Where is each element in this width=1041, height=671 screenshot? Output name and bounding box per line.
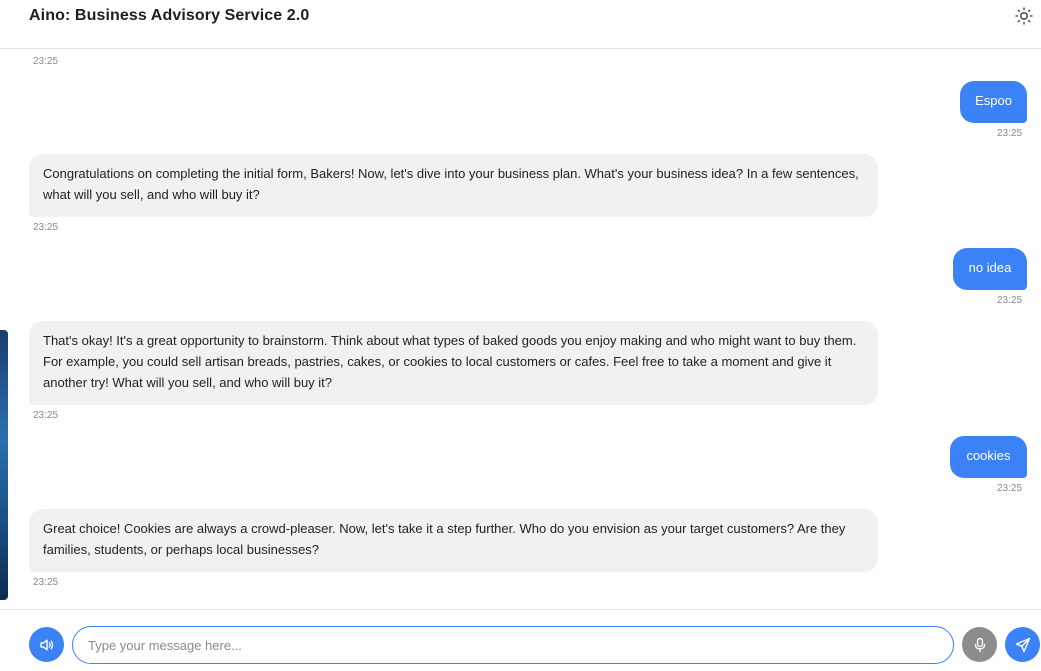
- message-time: 23:25: [33, 577, 59, 588]
- assistant-message-bubble: Great choice! Cookies are always a crowd…: [29, 509, 878, 572]
- user-message-text: no idea: [968, 260, 1012, 275]
- user-message-bubble: no idea: [953, 248, 1027, 290]
- assistant-message-bubble: Congratulations on completing the initia…: [29, 154, 878, 217]
- sun-icon: [1015, 7, 1033, 25]
- speaker-icon: [39, 639, 53, 650]
- message-time: 23:25: [33, 222, 59, 233]
- message-composer: [0, 609, 1041, 671]
- message-list[interactable]: 23:25 Espoo 23:25 Congratulations on com…: [0, 49, 1041, 609]
- theme-toggle-button[interactable]: [1014, 6, 1034, 26]
- user-message-bubble: cookies: [950, 436, 1027, 478]
- assistant-message-text: Great choice! Cookies are always a crowd…: [43, 521, 846, 557]
- message-time: 23:25: [997, 295, 1023, 306]
- assistant-message-text: That's okay! It's a great opportunity to…: [43, 333, 857, 390]
- user-message-text: Espoo: [975, 93, 1012, 108]
- message-input[interactable]: [72, 626, 954, 664]
- app-title: Aino: Business Advisory Service 2.0: [29, 7, 310, 24]
- assistant-message-text: Congratulations on completing the initia…: [43, 166, 859, 202]
- microphone-button[interactable]: [962, 627, 997, 662]
- assistant-message-bubble: That's okay! It's a great opportunity to…: [29, 321, 878, 405]
- message-time: 23:25: [997, 128, 1023, 139]
- user-message-text: cookies: [966, 448, 1011, 463]
- send-icon: [1015, 637, 1030, 652]
- app-header: Aino: Business Advisory Service 2.0: [0, 0, 1041, 49]
- message-time: 23:25: [33, 410, 59, 421]
- message-time: 23:25: [997, 483, 1023, 494]
- microphone-icon: [974, 637, 985, 652]
- text-to-speech-button[interactable]: [29, 627, 64, 662]
- send-button[interactable]: [1005, 627, 1040, 662]
- user-message-bubble: Espoo: [960, 81, 1027, 123]
- message-time: 23:25: [33, 56, 59, 67]
